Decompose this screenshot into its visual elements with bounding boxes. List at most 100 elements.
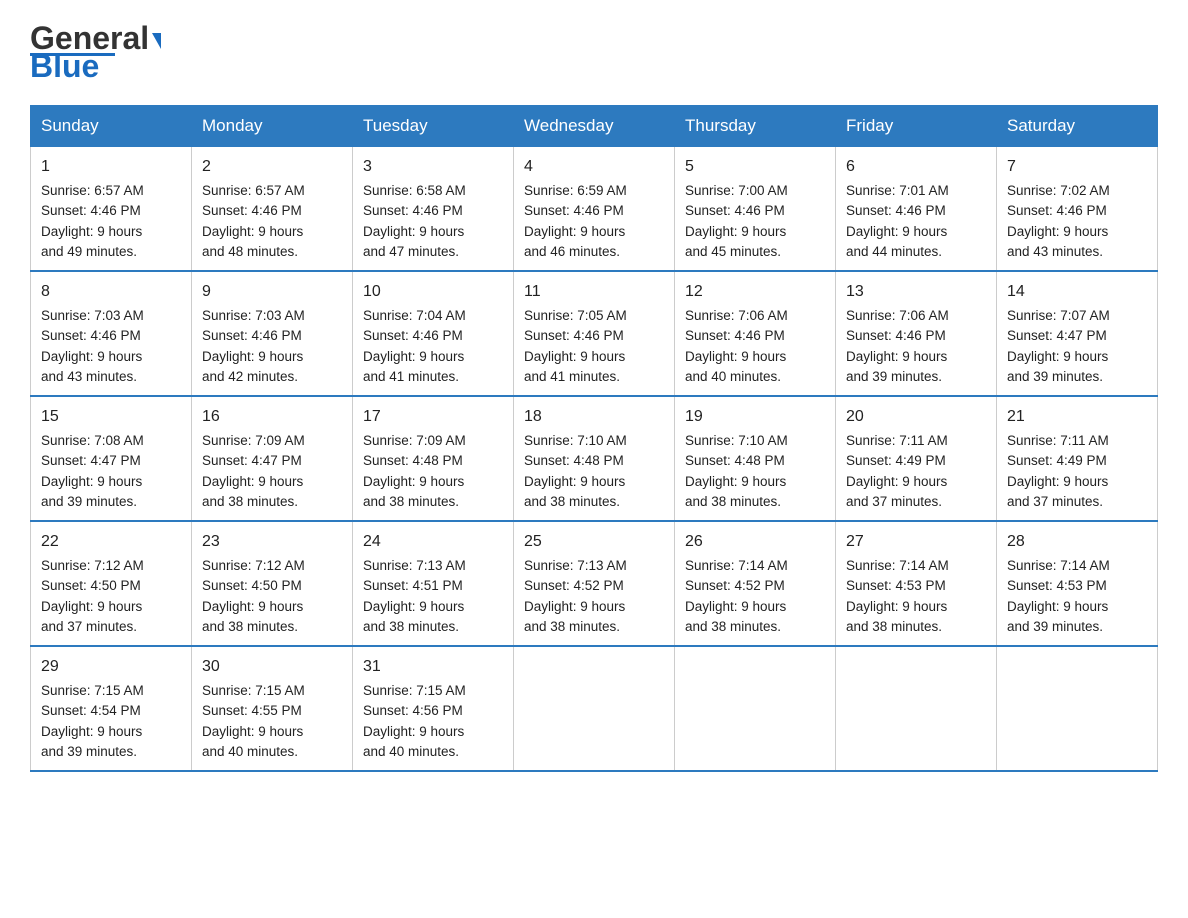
day-number: 7: [1007, 155, 1147, 179]
sunrise-text: Sunrise: 7:12 AM: [41, 558, 144, 573]
day-number: 20: [846, 405, 986, 429]
day-number: 17: [363, 405, 503, 429]
sunset-text: Sunset: 4:56 PM: [363, 703, 463, 718]
sunrise-text: Sunrise: 7:15 AM: [202, 683, 305, 698]
day-cell: 22 Sunrise: 7:12 AM Sunset: 4:50 PM Dayligh…: [31, 521, 192, 646]
daylight-text: Daylight: 9 hoursand 38 minutes.: [524, 599, 625, 634]
day-number: 23: [202, 530, 342, 554]
day-cell: [514, 646, 675, 771]
daylight-text: Daylight: 9 hoursand 40 minutes.: [363, 724, 464, 759]
day-cell: 14Sunrise: 7:07 AMSunset: 4:47 PMDayligh…: [997, 271, 1158, 396]
day-number: 27: [846, 530, 986, 554]
day-cell: 10Sunrise: 7:04 AMSunset: 4:46 PMDayligh…: [353, 271, 514, 396]
day-number: 15: [41, 405, 181, 429]
sunrise-text: Sunrise: 7:03 AM: [202, 308, 305, 323]
day-number: 5: [685, 155, 825, 179]
day-cell: 23Sunrise: 7:12 AMSunset: 4:50 PMDayligh…: [192, 521, 353, 646]
sunrise-text: Sunrise: 7:13 AM: [363, 558, 466, 573]
sunset-text: Sunset: 4:46 PM: [524, 203, 624, 218]
day-cell: 18Sunrise: 7:10 AMSunset: 4:48 PMDayligh…: [514, 396, 675, 521]
daylight-text: Daylight: 9 hoursand 39 minutes.: [1007, 599, 1108, 634]
day-number: 6: [846, 155, 986, 179]
day-cell: 3 Sunrise: 6:58 AM Sunset: 4:46 PM Daylight…: [353, 147, 514, 272]
day-cell: 17Sunrise: 7:09 AMSunset: 4:48 PMDayligh…: [353, 396, 514, 521]
sunrise-text: Sunrise: 7:10 AM: [524, 433, 627, 448]
sunrise-text: Sunrise: 7:03 AM: [41, 308, 144, 323]
day-number: 11: [524, 280, 664, 304]
sunset-text: Sunset: 4:54 PM: [41, 703, 141, 718]
day-cell: 20Sunrise: 7:11 AMSunset: 4:49 PMDayligh…: [836, 396, 997, 521]
sunrise-text: Sunrise: 7:14 AM: [685, 558, 788, 573]
sunset-text: Sunset: 4:46 PM: [846, 203, 946, 218]
day-number: 12: [685, 280, 825, 304]
sunset-text: Sunset: 4:51 PM: [363, 578, 463, 593]
col-header-monday: Monday: [192, 106, 353, 147]
sunset-text: Sunset: 4:47 PM: [202, 453, 302, 468]
logo-triangle-icon: [152, 33, 161, 49]
day-number: 3: [363, 155, 503, 179]
sunset-text: Sunset: 4:48 PM: [363, 453, 463, 468]
sunset-text: Sunset: 4:46 PM: [1007, 203, 1107, 218]
day-cell: 16Sunrise: 7:09 AMSunset: 4:47 PMDayligh…: [192, 396, 353, 521]
daylight-text: Daylight: 9 hoursand 41 minutes.: [363, 349, 464, 384]
daylight-text: Daylight: 9 hoursand 39 minutes.: [846, 349, 947, 384]
sunrise-text: Sunrise: 7:14 AM: [1007, 558, 1110, 573]
day-cell: 24Sunrise: 7:13 AMSunset: 4:51 PMDayligh…: [353, 521, 514, 646]
daylight-text: Daylight: 9 hoursand 39 minutes.: [41, 474, 142, 509]
sunset-text: Sunset: 4:46 PM: [363, 328, 463, 343]
day-number: 16: [202, 405, 342, 429]
sunrise-text: Sunrise: 7:15 AM: [363, 683, 466, 698]
sunrise-text: Sunrise: 7:06 AM: [846, 308, 949, 323]
daylight-text: Daylight: 9 hoursand 43 minutes.: [1007, 224, 1108, 259]
sunset-text: Sunset: 4:50 PM: [41, 578, 141, 593]
sunrise-text: Sunrise: 7:10 AM: [685, 433, 788, 448]
sunset-text: Sunset: 4:52 PM: [685, 578, 785, 593]
day-cell: 4Sunrise: 6:59 AMSunset: 4:46 PMDaylight…: [514, 147, 675, 272]
col-header-friday: Friday: [836, 106, 997, 147]
day-number: 28: [1007, 530, 1147, 554]
calendar-table: SundayMondayTuesdayWednesdayThursdayFrid…: [30, 105, 1158, 772]
sunrise-text: Sunrise: 6:59 AM: [524, 183, 627, 198]
sunrise-text: Sunrise: 6:58 AM: [363, 183, 466, 198]
sunset-text: Sunset: 4:46 PM: [685, 203, 785, 218]
header-row: SundayMondayTuesdayWednesdayThursdayFrid…: [31, 106, 1158, 147]
sunrise-text: Sunrise: 7:04 AM: [363, 308, 466, 323]
day-number: 26: [685, 530, 825, 554]
sunrise-text: Sunrise: 7:14 AM: [846, 558, 949, 573]
day-number: 2: [202, 155, 342, 179]
day-cell: 21Sunrise: 7:11 AMSunset: 4:49 PMDayligh…: [997, 396, 1158, 521]
day-number: 31: [363, 655, 503, 679]
daylight-text: Daylight: 9 hoursand 39 minutes.: [41, 724, 142, 759]
sunset-text: Sunset: 4:49 PM: [1007, 453, 1107, 468]
sunset-text: Sunset: 4:49 PM: [846, 453, 946, 468]
day-number: 21: [1007, 405, 1147, 429]
daylight-text: Daylight: 9 hoursand 39 minutes.: [1007, 349, 1108, 384]
daylight-text: Daylight: 9 hoursand 37 minutes.: [41, 599, 142, 634]
col-header-tuesday: Tuesday: [353, 106, 514, 147]
week-row-1: 1Sunrise: 6:57 AMSunset: 4:46 PMDaylight…: [31, 147, 1158, 272]
sunrise-text: Sunrise: 7:07 AM: [1007, 308, 1110, 323]
day-number: 22: [41, 530, 181, 554]
sunrise-text: Sunrise: 7:09 AM: [363, 433, 466, 448]
day-cell: 15Sunrise: 7:08 AMSunset: 4:47 PMDayligh…: [31, 396, 192, 521]
sunrise-text: Sunrise: 6:57 AM: [41, 183, 144, 198]
week-row-3: 15Sunrise: 7:08 AMSunset: 4:47 PMDayligh…: [31, 396, 1158, 521]
day-number: 14: [1007, 280, 1147, 304]
daylight-text: Daylight: 9 hoursand 37 minutes.: [1007, 474, 1108, 509]
day-number: 8: [41, 280, 181, 304]
daylight-text: Daylight: 9 hoursand 38 minutes.: [685, 599, 786, 634]
sunset-text: Sunset: 4:46 PM: [41, 203, 141, 218]
sunset-text: Sunset: 4:46 PM: [363, 203, 463, 218]
sunset-text: Sunset: 4:50 PM: [202, 578, 302, 593]
daylight-text: Daylight: 9 hoursand 38 minutes.: [846, 599, 947, 634]
daylight-text: Daylight: 9 hoursand 45 minutes.: [685, 224, 786, 259]
sunrise-text: Sunrise: 7:06 AM: [685, 308, 788, 323]
day-cell: 2Sunrise: 6:57 AMSunset: 4:46 PMDaylight…: [192, 147, 353, 272]
daylight-text: Daylight: 9 hoursand 47 minutes.: [363, 224, 464, 259]
sunset-text: Sunset: 4:47 PM: [41, 453, 141, 468]
sunrise-text: Sunrise: 7:13 AM: [524, 558, 627, 573]
daylight-text: Daylight: 9 hoursand 38 minutes.: [685, 474, 786, 509]
daylight-text: Daylight: 9 hoursand 40 minutes.: [202, 724, 303, 759]
daylight-text: Daylight: 9 hoursand 43 minutes.: [41, 349, 142, 384]
day-number: 29: [41, 655, 181, 679]
